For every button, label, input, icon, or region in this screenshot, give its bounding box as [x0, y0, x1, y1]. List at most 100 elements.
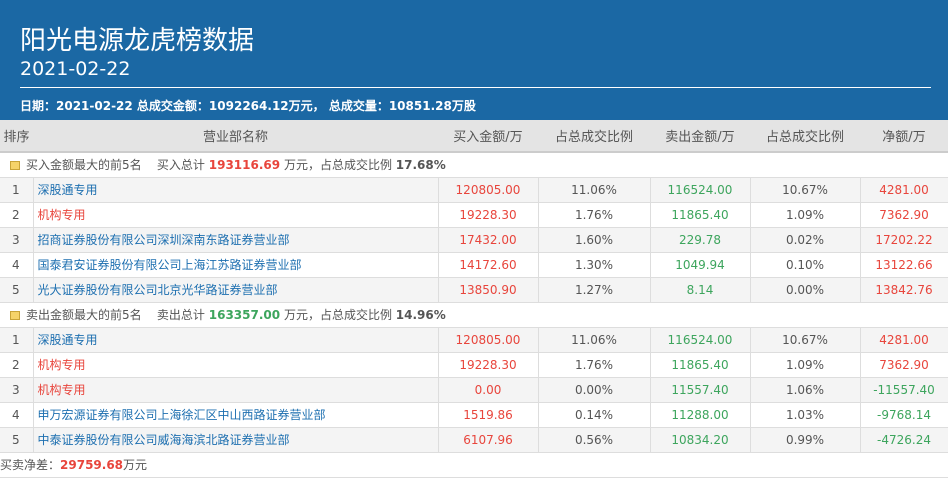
rank: 5	[0, 426, 34, 453]
net-label: 买卖净差：	[0, 457, 61, 472]
net-amount: 13842.76	[859, 276, 948, 303]
buy-pct: 1.76%	[537, 351, 651, 378]
buy-amount: 14172.60	[437, 251, 539, 278]
branch-name-link[interactable]: 申万宏源证券有限公司上海徐汇区中山西路证券营业部	[32, 401, 439, 428]
branch-name-link[interactable]: 国泰君安证券股份有限公司上海江苏路证券营业部	[32, 251, 439, 278]
column-header: 占总成交比例	[538, 120, 650, 153]
branch-name-link[interactable]: 机构专用	[32, 351, 439, 378]
dragon-tiger-table: 排序 营业部名称 买入金额/万 占总成交比例 卖出金额/万 占总成交比例 净额/万 买入金额…	[0, 120, 948, 453]
sell-pct: 0.02%	[749, 226, 861, 253]
net-value: 29759.68	[60, 457, 124, 472]
branch-name-link[interactable]: 深股通专用	[32, 176, 439, 203]
branch-name-link[interactable]: 深股通专用	[32, 326, 439, 353]
group-label: 卖出金额最大的前5名	[26, 308, 142, 322]
sell-amount: 116524.00	[649, 326, 751, 353]
sell-amount: 11865.40	[649, 351, 751, 378]
sell-pct: 1.09%	[749, 201, 861, 228]
net-amount: -11557.40	[859, 376, 948, 403]
sell-amount: 11557.40	[649, 376, 751, 403]
sell-pct: 0.00%	[749, 276, 861, 303]
page-title: 阳光电源龙虎榜数据	[20, 26, 255, 56]
buy-amount: 19228.30	[437, 351, 539, 378]
table-row: 1 深股通专用 120805.00 11.06% 116524.00 10.67…	[0, 326, 948, 353]
branch-name-link[interactable]: 机构专用	[32, 201, 439, 228]
table-row: 3 机构专用 0.00 0.00% 11557.40 1.06% -11557.…	[0, 376, 948, 403]
sell-pct: 10.67%	[749, 326, 861, 353]
rank: 5	[0, 276, 34, 303]
buy-amount: 1519.86	[437, 401, 539, 428]
rank: 3	[0, 376, 34, 403]
column-header: 排序	[0, 120, 33, 153]
group-cell: 买入金额最大的前5名 买入总计 193116.69 万元，占总成交比例 17.6…	[0, 152, 948, 177]
branch-name-link[interactable]: 光大证券股份有限公司北京光华路证券营业部	[32, 276, 439, 303]
table-row: 5 中泰证券股份有限公司威海海滨北路证券营业部 6107.96 0.56% 10…	[0, 426, 948, 453]
sell-amount: 1049.94	[649, 251, 751, 278]
net-amount: 4281.00	[859, 326, 948, 353]
page-header: 阳光电源龙虎榜数据 2021-02-22 日期：2021-02-22 总成交金额…	[0, 0, 948, 120]
sell-pct: 1.09%	[749, 351, 861, 378]
buy-amount: 17432.00	[437, 226, 539, 253]
sell-pct: 0.10%	[749, 251, 861, 278]
table-row: 4 申万宏源证券有限公司上海徐汇区中山西路证券营业部 1519.86 0.14%…	[0, 401, 948, 428]
buy-pct: 1.60%	[537, 226, 651, 253]
column-header: 营业部名称	[33, 120, 438, 153]
group-total: 193116.69	[208, 158, 281, 173]
table-row: 3 招商证券股份有限公司深圳深南东路证券营业部 17432.00 1.60% 2…	[0, 226, 948, 253]
sell-amount: 11288.00	[649, 401, 751, 428]
rank: 3	[0, 226, 34, 253]
buy-group-row: 买入金额最大的前5名 买入总计 193116.69 万元，占总成交比例 17.6…	[0, 152, 948, 177]
sell-group-row: 卖出金额最大的前5名 卖出总计 163357.00 万元，占总成交比例 14.9…	[0, 302, 948, 327]
table-row: 5 光大证券股份有限公司北京光华路证券营业部 13850.90 1.27% 8.…	[0, 276, 948, 303]
branch-name-link[interactable]: 机构专用	[32, 376, 439, 403]
net-amount: -4726.24	[859, 426, 948, 453]
buy-pct: 1.30%	[537, 251, 651, 278]
buy-amount: 13850.90	[437, 276, 539, 303]
net-difference: 买卖净差：29759.68万元	[0, 453, 948, 478]
group-total: 163357.00	[208, 308, 281, 322]
buy-pct: 1.76%	[537, 201, 651, 228]
group-label: 买入金额最大的前5名	[26, 158, 142, 173]
sell-amount: 10834.20	[649, 426, 751, 453]
divider	[20, 87, 931, 88]
rank: 2	[0, 201, 34, 228]
table-row: 2 机构专用 19228.30 1.76% 11865.40 1.09% 736…	[0, 351, 948, 378]
column-header: 占总成交比例	[750, 120, 860, 153]
rank: 4	[0, 251, 34, 278]
net-amount: 7362.90	[859, 201, 948, 228]
buy-pct: 0.14%	[537, 401, 651, 428]
net-amount: 13122.66	[859, 251, 948, 278]
branch-name-link[interactable]: 招商证券股份有限公司深圳深南东路证券营业部	[32, 226, 439, 253]
branch-name-link[interactable]: 中泰证券股份有限公司威海海滨北路证券营业部	[32, 426, 439, 453]
sell-pct: 1.03%	[749, 401, 861, 428]
buy-amount: 19228.30	[437, 201, 539, 228]
net-amount: 17202.22	[859, 226, 948, 253]
group-pct: 17.68%	[395, 158, 446, 173]
net-amount: 4281.00	[859, 176, 948, 203]
sell-amount: 229.78	[649, 226, 751, 253]
group-unit: 万元，占总成交比例	[283, 308, 392, 322]
rank: 1	[0, 176, 34, 203]
buy-pct: 11.06%	[537, 176, 651, 203]
rank: 1	[0, 326, 34, 353]
group-total-label: 买入总计	[156, 158, 205, 173]
group-cell: 卖出金额最大的前5名 卖出总计 163357.00 万元，占总成交比例 14.9…	[0, 302, 948, 327]
page-date: 2021-02-22	[20, 58, 131, 80]
buy-amount: 120805.00	[437, 176, 539, 203]
group-total-label: 卖出总计	[156, 308, 205, 322]
rank: 4	[0, 401, 34, 428]
buy-amount: 120805.00	[437, 326, 539, 353]
group-unit: 万元，占总成交比例	[283, 158, 392, 173]
net-unit: 万元	[123, 457, 148, 472]
sell-pct: 10.67%	[749, 176, 861, 203]
buy-pct: 0.56%	[537, 426, 651, 453]
buy-amount: 6107.96	[437, 426, 539, 453]
table-row: 2 机构专用 19228.30 1.76% 11865.40 1.09% 736…	[0, 201, 948, 228]
table-row: 1 深股通专用 120805.00 11.06% 116524.00 10.67…	[0, 176, 948, 203]
summary-info: 日期：2021-02-22 总成交金额：1092264.12万元， 总成交量：1…	[20, 99, 476, 113]
net-amount: -9768.14	[859, 401, 948, 428]
buy-pct: 0.00%	[537, 376, 651, 403]
rank: 2	[0, 351, 34, 378]
sell-pct: 1.06%	[749, 376, 861, 403]
sell-pct: 0.99%	[749, 426, 861, 453]
sell-amount: 116524.00	[649, 176, 751, 203]
